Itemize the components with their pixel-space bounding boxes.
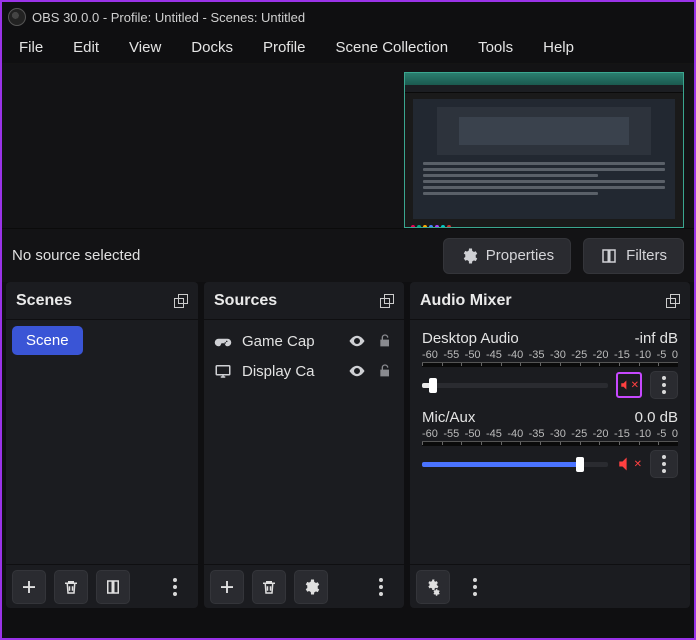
audio-meter xyxy=(422,362,678,367)
menu-view[interactable]: View xyxy=(114,33,176,62)
menu-help[interactable]: Help xyxy=(528,33,589,62)
source-properties-button[interactable] xyxy=(294,570,328,604)
popout-icon[interactable] xyxy=(666,294,680,308)
source-label: Display Ca xyxy=(242,363,338,380)
eye-icon[interactable] xyxy=(348,332,366,350)
source-add-button[interactable] xyxy=(210,570,244,604)
mixer-body: Desktop Audio -inf dB -60-55-50-45-40-35-3… xyxy=(410,320,690,564)
db-scale: -60-55-50-45-40-35-30-25-20-15-10-50 xyxy=(422,349,678,362)
mixer-advanced-button[interactable] xyxy=(416,570,450,604)
preview-thumbnail xyxy=(404,72,684,228)
filters-button[interactable]: Filters xyxy=(583,238,684,274)
scene-item[interactable]: Scene xyxy=(12,326,83,355)
eye-icon[interactable] xyxy=(348,362,366,380)
menu-docks[interactable]: Docks xyxy=(176,33,248,62)
menu-file[interactable]: File xyxy=(4,33,58,62)
gamepad-icon xyxy=(214,332,232,350)
volume-slider[interactable] xyxy=(422,462,608,467)
channel-name: Mic/Aux xyxy=(422,409,475,426)
popout-icon[interactable] xyxy=(380,294,394,308)
source-delete-button[interactable] xyxy=(252,570,286,604)
scene-delete-button[interactable] xyxy=(54,570,88,604)
properties-label: Properties xyxy=(486,247,554,264)
mixer-channel: Mic/Aux 0.0 dB -60-55-50-45-40-35-30-25-20… xyxy=(416,405,684,484)
scene-filter-button[interactable] xyxy=(96,570,130,604)
title-bar: OBS 30.0.0 - Profile: Untitled - Scenes:… xyxy=(2,2,694,32)
source-item[interactable]: Display Ca xyxy=(210,356,398,386)
menu-tools[interactable]: Tools xyxy=(463,33,528,62)
channel-name: Desktop Audio xyxy=(422,330,519,347)
properties-button[interactable]: Properties xyxy=(443,238,571,274)
preview-area[interactable] xyxy=(2,64,694,228)
lock-open-icon[interactable] xyxy=(376,332,394,350)
menu-edit[interactable]: Edit xyxy=(58,33,114,62)
channel-menu-button[interactable] xyxy=(650,450,678,478)
mute-button[interactable]: ✕ xyxy=(616,372,642,398)
source-item[interactable]: Game Cap xyxy=(210,326,398,356)
volume-slider[interactable] xyxy=(422,383,608,388)
obs-logo-icon xyxy=(8,8,26,26)
sources-title: Sources xyxy=(214,292,277,310)
scene-menu-button[interactable] xyxy=(158,570,192,604)
channel-db: -inf dB xyxy=(635,330,678,347)
menu-bar: File Edit View Docks Profile Scene Colle… xyxy=(2,32,694,64)
filters-label: Filters xyxy=(626,247,667,264)
mixer-channel: Desktop Audio -inf dB -60-55-50-45-40-35-3… xyxy=(416,326,684,405)
no-source-label: No source selected xyxy=(12,247,431,264)
audio-meter xyxy=(422,441,678,446)
scenes-header: Scenes xyxy=(6,282,198,320)
lock-open-icon[interactable] xyxy=(376,362,394,380)
mixer-menu-button[interactable] xyxy=(458,570,492,604)
menu-scene-collection[interactable]: Scene Collection xyxy=(321,33,464,62)
source-toolbar: No source selected Properties Filters xyxy=(2,228,694,282)
audio-mixer-panel: Audio Mixer Desktop Audio -inf dB -60-55-5… xyxy=(410,282,690,608)
sources-header: Sources xyxy=(204,282,404,320)
source-menu-button[interactable] xyxy=(364,570,398,604)
channel-menu-button[interactable] xyxy=(650,371,678,399)
db-scale: -60-55-50-45-40-35-30-25-20-15-10-50 xyxy=(422,428,678,441)
display-icon xyxy=(214,362,232,380)
scene-add-button[interactable] xyxy=(12,570,46,604)
mute-button[interactable]: ✕ xyxy=(616,451,642,477)
source-label: Game Cap xyxy=(242,333,338,350)
popout-icon[interactable] xyxy=(174,294,188,308)
scenes-panel: Scenes Scene xyxy=(6,282,198,608)
filters-icon xyxy=(600,247,618,265)
scenes-title: Scenes xyxy=(16,292,72,310)
sources-panel: Sources Game Cap Display Ca xyxy=(204,282,404,608)
gear-icon xyxy=(460,247,478,265)
mixer-title: Audio Mixer xyxy=(420,292,512,310)
channel-db: 0.0 dB xyxy=(635,409,678,426)
window-title: OBS 30.0.0 - Profile: Untitled - Scenes:… xyxy=(32,10,305,25)
dock-panels: Scenes Scene Sources Game Cap xyxy=(2,282,694,608)
menu-profile[interactable]: Profile xyxy=(248,33,321,62)
mixer-header: Audio Mixer xyxy=(410,282,690,320)
